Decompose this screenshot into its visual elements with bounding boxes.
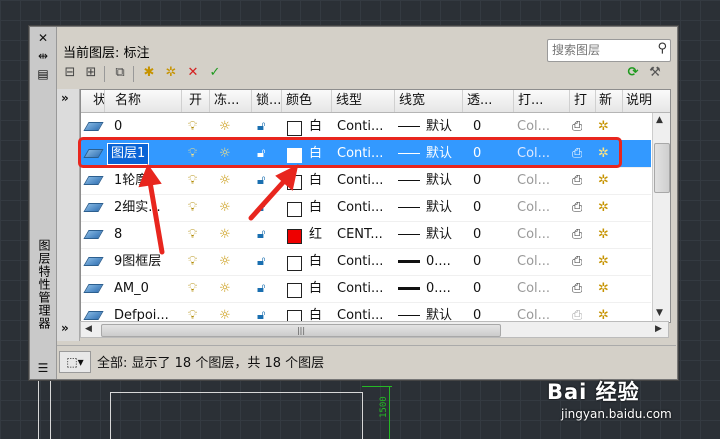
annotation-arrows (138, 163, 299, 255)
annotation-arrow (248, 175, 290, 221)
annotation-arrow (147, 179, 165, 255)
annotation-arrowhead (138, 163, 162, 188)
baidu-watermark: Bai 经验 jingyan.baidu.com (547, 376, 672, 421)
watermark-brand: Bai 经验 (547, 380, 640, 404)
watermark-site: jingyan.baidu.com (561, 407, 672, 421)
